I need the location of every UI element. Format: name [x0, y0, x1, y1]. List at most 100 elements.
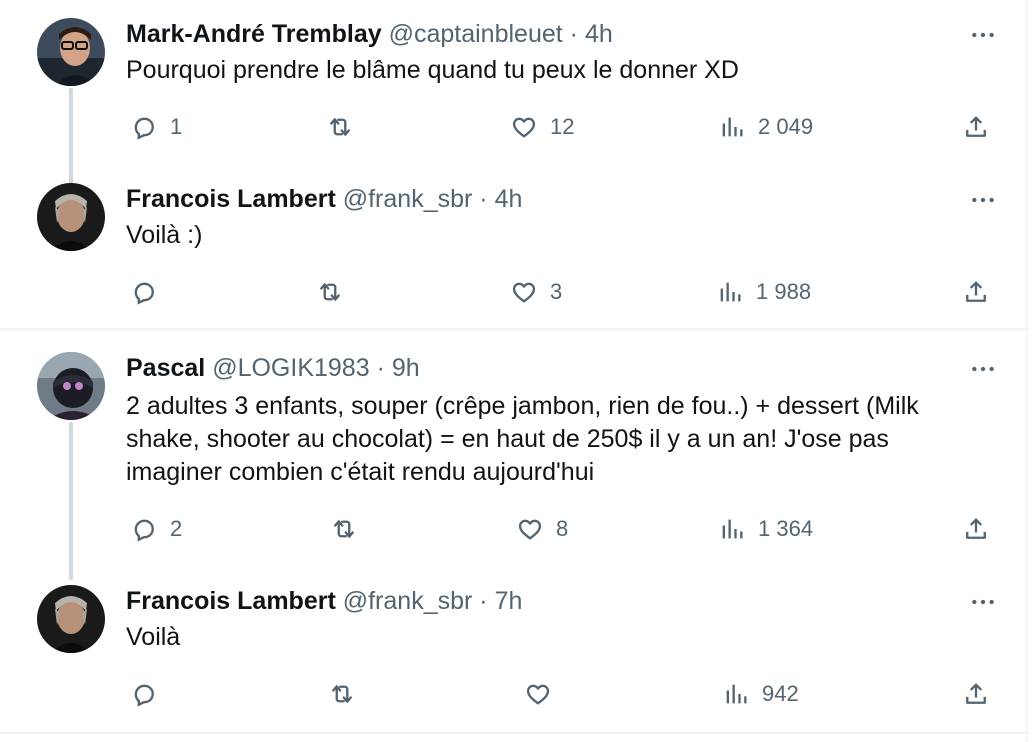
share-button[interactable]	[962, 512, 990, 546]
share-button[interactable]	[962, 275, 990, 309]
more-icon	[972, 366, 994, 372]
avatar[interactable]	[37, 585, 105, 653]
tweet-text-line: Voilà :)	[126, 221, 203, 249]
like-button[interactable]: 3	[510, 275, 562, 309]
author-handle[interactable]: @LOGIK1983	[212, 354, 369, 382]
tweet-text-line: Voilà	[126, 623, 181, 651]
retweet-button[interactable]	[326, 110, 366, 144]
author-name[interactable]: Francois Lambert	[126, 587, 336, 615]
retweet-icon	[320, 283, 340, 301]
retweet-button[interactable]	[328, 677, 368, 711]
thread-line	[69, 422, 73, 580]
views-count: 1 988	[756, 279, 812, 304]
views-button[interactable]: 2 049	[718, 110, 813, 144]
avatar[interactable]	[37, 352, 105, 420]
more-icon	[972, 32, 994, 38]
tweet[interactable]: Francois Lambert @frank_sbr · 4h Voilà :…	[0, 183, 1028, 313]
reply-icon	[134, 519, 154, 542]
views-count: 1 364	[758, 516, 814, 541]
like-count: 3	[550, 279, 563, 304]
like-icon	[512, 282, 536, 303]
divider	[0, 328, 1028, 330]
avatar[interactable]	[37, 18, 105, 86]
reply-icon	[134, 684, 154, 707]
separator-dot: ·	[479, 587, 488, 615]
timestamp[interactable]: 7h	[495, 587, 523, 615]
author-name[interactable]: Mark-André Tremblay	[126, 20, 382, 48]
retweet-icon	[332, 685, 352, 703]
views-count: 2 049	[758, 114, 814, 139]
tweet-text-line: imaginer combien c'était rendu aujourd'h…	[126, 458, 595, 486]
share-icon	[966, 518, 986, 539]
tweet-text-line: Pourquoi prendre le blâme quand tu peux …	[126, 56, 739, 84]
tweet[interactable]: Mark-André Tremblay @captainbleuet · 4h …	[0, 18, 1028, 194]
tweet-text: Voilà :)	[126, 219, 986, 252]
author-handle[interactable]: @frank_sbr	[343, 185, 473, 213]
more-options-button[interactable]	[968, 354, 998, 384]
author-handle[interactable]: @captainbleuet	[389, 20, 563, 48]
views-icon	[722, 519, 743, 539]
reply-icon	[134, 282, 154, 305]
like-icon	[512, 117, 536, 138]
like-button[interactable]	[524, 677, 564, 711]
more-options-button[interactable]	[968, 185, 998, 215]
tweet-actions: 3 1 988	[126, 275, 996, 309]
like-icon	[518, 519, 542, 540]
like-button[interactable]: 12	[510, 110, 574, 144]
reply-button[interactable]	[130, 275, 170, 309]
retweet-button[interactable]	[330, 512, 370, 546]
like-icon	[526, 684, 550, 705]
tweet-actions: 1 12 2 049	[126, 110, 996, 144]
reply-button[interactable]: 2	[130, 512, 182, 546]
timestamp[interactable]: 9h	[392, 354, 420, 382]
reply-icon	[134, 117, 154, 140]
more-icon	[972, 599, 994, 605]
tweet-text: 2 adultes 3 enfants, souper (crêpe jambo…	[126, 390, 986, 489]
share-button[interactable]	[962, 110, 990, 144]
tweet-header: Francois Lambert @frank_sbr · 7h	[126, 584, 522, 618]
like-button[interactable]: 8	[516, 512, 568, 546]
separator-dot: ·	[376, 354, 385, 382]
tweet[interactable]: Francois Lambert @frank_sbr · 7h Voilà 9…	[0, 585, 1028, 715]
views-icon	[720, 282, 741, 302]
tweet-header: Pascal @LOGIK1983 · 9h	[126, 351, 420, 385]
like-count: 12	[550, 114, 575, 139]
tweet[interactable]: Pascal @LOGIK1983 · 9h 2 adultes 3 enfan…	[0, 351, 1028, 580]
author-name[interactable]: Francois Lambert	[126, 185, 336, 213]
tweet-actions: 2 8 1 364	[126, 512, 996, 546]
views-icon	[726, 684, 747, 704]
author-name[interactable]: Pascal	[126, 354, 205, 382]
tweet-text: Pourquoi prendre le blâme quand tu peux …	[126, 54, 986, 87]
more-options-button[interactable]	[968, 587, 998, 617]
more-options-button[interactable]	[968, 20, 998, 50]
views-icon	[722, 117, 743, 137]
views-count: 942	[762, 681, 799, 706]
reply-button[interactable]: 1	[130, 110, 182, 144]
retweet-icon	[334, 520, 354, 538]
reply-count: 1	[170, 114, 183, 139]
timestamp[interactable]: 4h	[495, 185, 523, 213]
thread-line	[69, 88, 73, 194]
timeline: Mark-André Tremblay @captainbleuet · 4h …	[0, 0, 1028, 742]
tweet-text-line: shake, shooter au chocolat) = en haut de…	[126, 425, 889, 453]
views-button[interactable]: 1 364	[718, 512, 813, 546]
separator-dot: ·	[479, 185, 488, 213]
separator-dot: ·	[569, 20, 578, 48]
like-count: 8	[556, 516, 569, 541]
tweet-text: Voilà	[126, 621, 986, 654]
retweet-button[interactable]	[316, 275, 356, 309]
share-icon	[966, 281, 986, 302]
more-icon	[972, 197, 994, 203]
share-icon	[966, 683, 986, 704]
retweet-icon	[330, 118, 350, 136]
timestamp[interactable]: 4h	[585, 20, 613, 48]
tweet-actions: 942	[126, 677, 996, 711]
reply-count: 2	[170, 516, 183, 541]
reply-button[interactable]	[130, 677, 170, 711]
author-handle[interactable]: @frank_sbr	[343, 587, 473, 615]
views-button[interactable]: 942	[722, 677, 799, 711]
share-icon	[966, 116, 986, 137]
avatar[interactable]	[37, 183, 105, 251]
share-button[interactable]	[962, 677, 990, 711]
views-button[interactable]: 1 988	[716, 275, 811, 309]
